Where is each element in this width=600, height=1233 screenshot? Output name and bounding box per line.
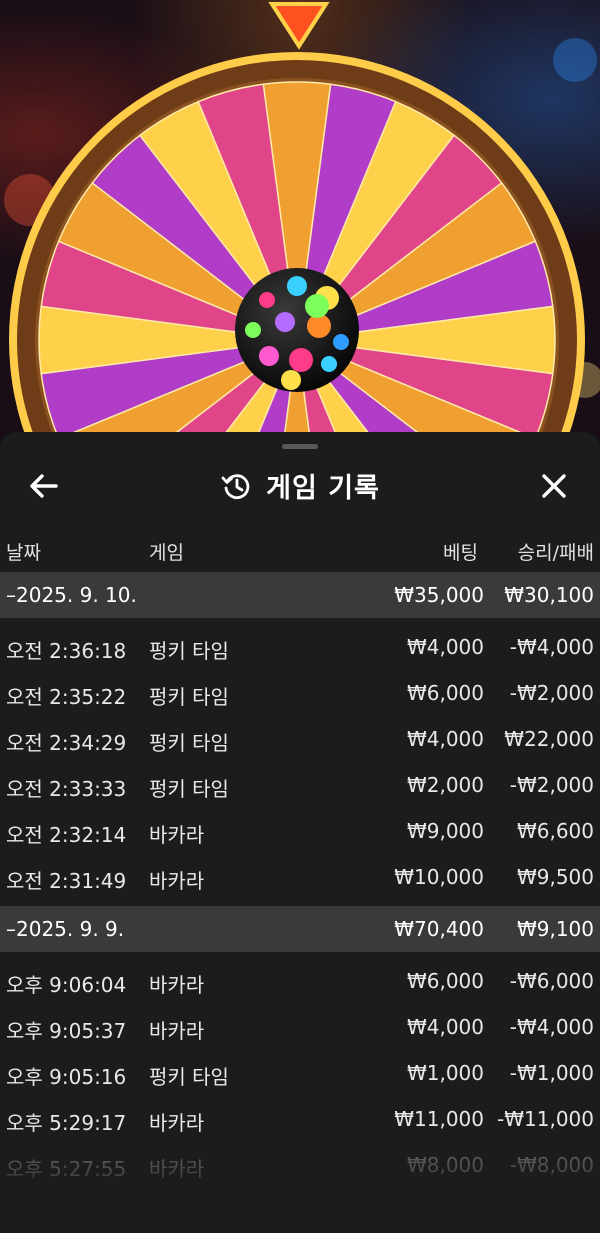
sheet-header: 게임 기록 (0, 452, 600, 516)
game-history-sheet: 게임 기록 날짜 게임 베팅 승리/패배 –2025. 9. 10. ₩35,0… (0, 432, 600, 1233)
row-bet: ₩4,000 (406, 635, 484, 659)
row-game: 바카라 (149, 1111, 205, 1135)
date-group-header[interactable]: –2025. 9. 9. ₩70,400 ₩9,100 (0, 906, 600, 952)
history-list: –2025. 9. 10. ₩35,000 ₩30,100 오전 2:36:18… (0, 572, 600, 1188)
history-row[interactable]: 오후 5:27:55 바카라 ₩8,000 -₩8,000 (0, 1142, 600, 1188)
history-row[interactable]: 오전 2:32:14 바카라 ₩9,000 ₩6,600 (0, 808, 600, 854)
history-row[interactable]: 오전 2:36:18 펑키 타임 ₩4,000 -₩4,000 (0, 624, 600, 670)
row-time: 오전 2:35:22 (6, 685, 127, 709)
disco-ball-light (259, 292, 275, 308)
row-bet: ₩1,000 (406, 1061, 484, 1085)
column-header-result: 승리/패배 (517, 542, 594, 564)
row-time: 오후 5:27:55 (6, 1157, 127, 1181)
row-game: 바카라 (149, 973, 205, 997)
history-row[interactable]: 오후 9:05:16 펑키 타임 ₩1,000 -₩1,000 (0, 1050, 600, 1096)
row-time: 오후 5:29:17 (6, 1111, 127, 1135)
row-result: -₩4,000 (509, 1015, 594, 1039)
history-clock-icon (221, 473, 250, 499)
row-bet: ₩8,000 (406, 1153, 484, 1177)
row-result: -₩11,000 (497, 1107, 594, 1131)
row-game: 펑키 타임 (149, 731, 229, 755)
row-result: -₩8,000 (509, 1153, 594, 1177)
row-game: 펑키 타임 (149, 777, 229, 801)
row-time: 오전 2:34:29 (6, 731, 127, 755)
row-time: 오전 2:31:49 (6, 869, 127, 893)
page-title: 게임 기록 (266, 473, 380, 504)
close-icon (542, 474, 566, 498)
row-result: -₩1,000 (509, 1061, 594, 1085)
sheet-grabber[interactable] (282, 444, 318, 449)
group-result-total: ₩9,100 (516, 917, 594, 941)
history-row[interactable]: 오후 9:05:37 바카라 ₩4,000 -₩4,000 (0, 1004, 600, 1050)
close-button[interactable] (536, 468, 572, 504)
row-game: 펑키 타임 (149, 639, 229, 663)
title-group: 게임 기록 (0, 466, 600, 505)
game-background (0, 0, 600, 450)
history-row[interactable]: 오후 9:06:04 바카라 ₩6,000 -₩6,000 (0, 958, 600, 1004)
column-header-row: 날짜 게임 베팅 승리/패배 (0, 532, 600, 568)
history-row[interactable]: 오전 2:35:22 펑키 타임 ₩6,000 -₩2,000 (0, 670, 600, 716)
disco-ball-light (321, 356, 337, 372)
column-header-game: 게임 (149, 542, 184, 564)
row-bet: ₩4,000 (406, 727, 484, 751)
group-date: –2025. 9. 9. (6, 917, 125, 941)
row-bet: ₩4,000 (406, 1015, 484, 1039)
column-header-bet: 베팅 (443, 542, 478, 564)
row-result: -₩2,000 (509, 773, 594, 797)
row-time: 오전 2:36:18 (6, 639, 127, 663)
row-bet: ₩11,000 (394, 1107, 484, 1131)
row-result: -₩4,000 (509, 635, 594, 659)
row-result: ₩22,000 (504, 727, 594, 751)
disco-ball-light (289, 348, 313, 372)
group-bet-total: ₩70,400 (394, 917, 484, 941)
row-time: 오후 9:06:04 (6, 973, 127, 997)
row-game: 바카라 (149, 869, 205, 893)
row-result: ₩9,500 (516, 865, 594, 889)
disco-ball-light (287, 276, 307, 296)
history-row[interactable]: 오후 5:29:17 바카라 ₩11,000 -₩11,000 (0, 1096, 600, 1142)
row-time: 오전 2:32:14 (6, 823, 127, 847)
row-bet: ₩9,000 (406, 819, 484, 843)
row-game: 펑키 타임 (149, 1065, 229, 1089)
row-result: ₩6,600 (516, 819, 594, 843)
row-time: 오후 9:05:37 (6, 1019, 127, 1043)
row-time: 오전 2:33:33 (6, 777, 127, 801)
history-row[interactable]: 오전 2:31:49 바카라 ₩10,000 ₩9,500 (0, 854, 600, 900)
disco-ball-light (259, 346, 279, 366)
row-game: 바카라 (149, 1157, 205, 1181)
row-bet: ₩2,000 (406, 773, 484, 797)
history-row[interactable]: 오전 2:33:33 펑키 타임 ₩2,000 -₩2,000 (0, 762, 600, 808)
row-bet: ₩6,000 (406, 681, 484, 705)
date-group-header[interactable]: –2025. 9. 10. ₩35,000 ₩30,100 (0, 572, 600, 618)
funky-time-wheel (0, 0, 600, 450)
group-date: –2025. 9. 10. (6, 583, 137, 607)
column-header-date: 날짜 (6, 542, 41, 564)
group-bet-total: ₩35,000 (394, 583, 484, 607)
row-result: -₩2,000 (509, 681, 594, 705)
row-bet: ₩6,000 (406, 969, 484, 993)
disco-ball-light (305, 294, 329, 318)
disco-ball-light (275, 312, 295, 332)
disco-ball-light (281, 370, 301, 390)
row-time: 오후 9:05:16 (6, 1065, 127, 1089)
disco-ball-light (333, 334, 349, 350)
group-result-total: ₩30,100 (504, 583, 594, 607)
history-row[interactable]: 오전 2:34:29 펑키 타임 ₩4,000 ₩22,000 (0, 716, 600, 762)
row-game: 펑키 타임 (149, 685, 229, 709)
row-game: 바카라 (149, 1019, 205, 1043)
row-game: 바카라 (149, 823, 205, 847)
row-bet: ₩10,000 (394, 865, 484, 889)
row-result: -₩6,000 (509, 969, 594, 993)
disco-ball-light (245, 322, 261, 338)
